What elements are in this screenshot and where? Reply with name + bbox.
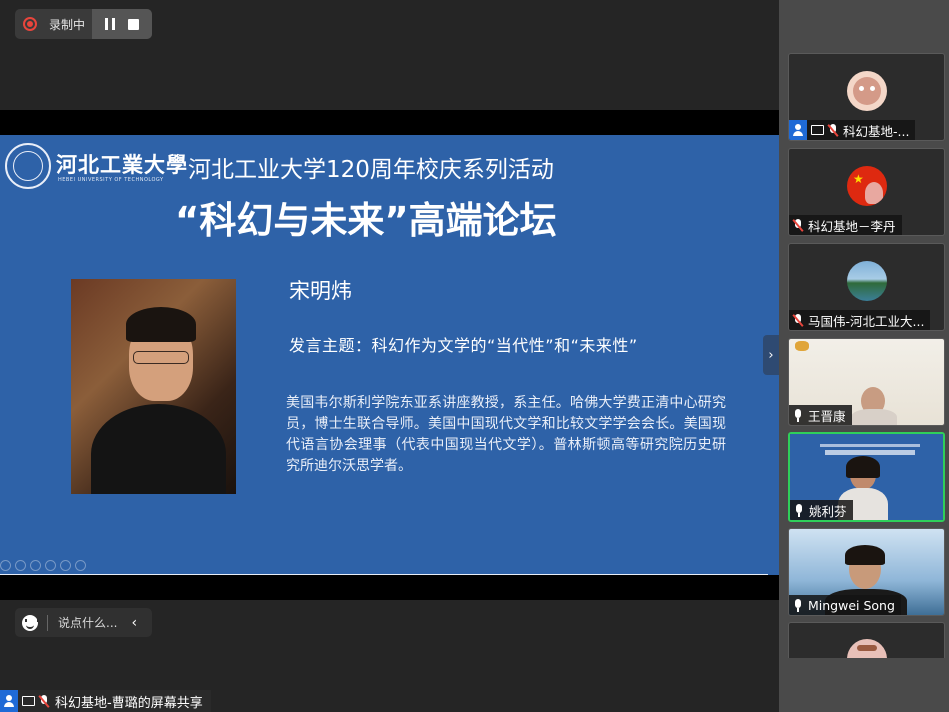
participant-name: 科幻基地-...	[843, 123, 910, 139]
chat-input[interactable]: 说点什么... ‹	[15, 608, 152, 637]
chevron-left-icon[interactable]: ‹	[131, 615, 137, 631]
chat-divider	[47, 614, 48, 631]
participant-name-tag: Mingwei Song	[789, 595, 901, 615]
record-icon	[23, 17, 37, 31]
participant-video-tile[interactable]: 王晋康	[788, 338, 945, 426]
participant-name-tag: 王晋康	[789, 405, 852, 425]
recording-label: 录制中	[49, 17, 86, 32]
cartoon-avatar	[847, 71, 887, 111]
slide-divider	[0, 574, 768, 575]
speaker-topic: 发言主题：科幻作为文学的“当代性”和“未来性”	[289, 336, 638, 355]
collapse-panel-button[interactable]: ›	[763, 335, 779, 375]
participant-tile[interactable]: ★ 科幻基地－李丹	[788, 148, 945, 236]
participant-name: 科幻基地－李丹	[808, 218, 896, 234]
mic-muted-icon	[792, 218, 804, 232]
pause-recording-button[interactable]	[104, 18, 115, 30]
stop-recording-button[interactable]	[128, 18, 140, 30]
recording-controls	[92, 9, 152, 39]
participant-name-tag: 科幻基地－李丹	[789, 215, 902, 235]
share-label-text: 科幻基地-曹璐的屏幕共享	[55, 695, 203, 711]
recording-indicator: 录制中	[15, 9, 152, 39]
participant-name: 马国伟-河北工业大...	[808, 313, 925, 329]
chevron-right-icon: ›	[768, 347, 774, 363]
screen-share-icon	[22, 696, 35, 706]
participant-name-tag: 姚利芬	[790, 500, 853, 520]
participant-name: Mingwei Song	[808, 597, 895, 613]
slide-school-name-en: HEBEI UNIVERSITY OF TECHNOLOGY	[58, 177, 164, 183]
flag-avatar: ★	[847, 166, 887, 206]
partial-avatar	[847, 639, 887, 658]
participant-tile[interactable]: 马国伟-河北工业大...	[788, 243, 945, 331]
shared-screen[interactable]: 河北工業大學 HEBEI UNIVERSITY OF TECHNOLOGY 河北…	[0, 110, 779, 600]
more-icon[interactable]	[75, 560, 86, 571]
participant-name-tag: 科幻基地-...	[789, 120, 916, 140]
participant-tile[interactable]	[788, 622, 945, 658]
landscape-avatar	[847, 261, 887, 301]
mic-icon	[792, 408, 804, 422]
presentation-slide: 河北工業大學 HEBEI UNIVERSITY OF TECHNOLOGY 河北…	[0, 135, 779, 575]
slide-nav-toolbar	[0, 560, 86, 571]
chat-placeholder: 说点什么...	[58, 616, 118, 630]
slide-title-line1: 河北工业大学120周年校庆系列活动	[188, 157, 554, 183]
participant-name-tag: 马国伟-河北工业大...	[789, 310, 931, 330]
main-stage: 录制中 河北工業大學 HEBEI UNIVERSITY OF TECHNOLOG…	[0, 0, 779, 712]
share-name-tag: 科幻基地-曹璐的屏幕共享	[0, 690, 211, 712]
university-seal-icon	[5, 143, 51, 189]
next-slide-icon[interactable]	[15, 560, 26, 571]
screen-share-icon	[811, 125, 824, 135]
zoom-icon[interactable]	[60, 560, 71, 571]
slides-icon[interactable]	[45, 560, 56, 571]
person-icon	[4, 695, 14, 707]
emoji-icon[interactable]	[22, 614, 39, 631]
speaker-name: 宋明炜	[289, 279, 352, 303]
speaker-bio: 美国韦尔斯利学院东亚系讲座教授，系主任。哈佛大学费正清中心研究员，博士生联合导师…	[286, 395, 726, 474]
participant-tile[interactable]: 科幻基地-...	[788, 53, 945, 141]
participant-name: 王晋康	[808, 408, 846, 424]
participant-video-tile[interactable]: Mingwei Song	[788, 528, 945, 616]
person-icon	[793, 124, 803, 136]
slide-title-line2: “科幻与未来”高端论坛	[175, 199, 557, 242]
mic-icon	[792, 598, 804, 612]
pen-icon[interactable]	[30, 560, 41, 571]
mic-muted-icon	[38, 694, 50, 708]
speaker-photo	[71, 279, 236, 494]
participant-name: 姚利芬	[809, 503, 847, 519]
participant-sidebar[interactable]: 科幻基地-... ★ 科幻基地－李丹 马国伟-河北工业大... 王晋康 姚利芬 …	[779, 0, 949, 712]
mic-icon	[793, 503, 805, 517]
host-badge	[0, 690, 18, 712]
slide-school-name: 河北工業大學	[56, 152, 188, 177]
prev-slide-icon[interactable]	[0, 560, 11, 571]
mic-muted-icon	[827, 123, 839, 137]
participant-video-tile-active[interactable]: 姚利芬	[788, 432, 945, 522]
mic-muted-icon	[792, 313, 804, 327]
host-badge	[789, 120, 807, 140]
